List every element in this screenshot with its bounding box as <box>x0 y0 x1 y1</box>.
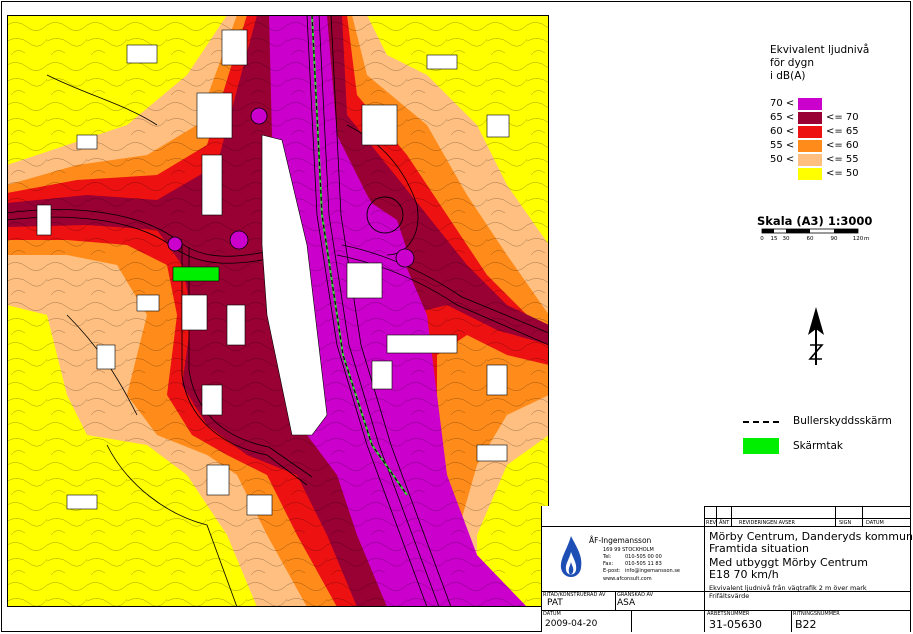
company-name: ÅF-Ingemansson <box>589 536 652 545</box>
legend-row: <= 50 <box>770 168 900 181</box>
date-value: 2009-04-20 <box>545 619 598 629</box>
scale-tick: 30 <box>783 236 790 242</box>
project-line-4: E18 70 km/h <box>709 568 779 581</box>
scale-tick: 90 <box>831 236 838 242</box>
scale-bar: 0 15 30 60 90 120 m <box>760 228 869 242</box>
revision-header: REVIDERINGEN AVSER <box>739 520 795 526</box>
phone: 010-505 00 00 <box>625 554 662 560</box>
legend-high: <= 50 <box>826 168 859 179</box>
barrier-key-line <box>743 421 779 423</box>
email-label: E-post: <box>603 568 621 574</box>
scale-tick: 15 <box>771 236 778 242</box>
legend-swatch <box>798 126 822 138</box>
legend-swatch <box>798 98 822 110</box>
north-arrow-icon <box>808 307 824 365</box>
legend-high: <= 55 <box>826 154 859 165</box>
legend-row: 65 < <= 70 <box>770 112 900 125</box>
legend-swatch <box>798 168 822 180</box>
legend-swatch <box>798 154 822 166</box>
scale-tick: 0 <box>760 236 764 242</box>
roof-key-swatch <box>743 438 779 454</box>
description-line-2: Frifältsvärde <box>709 592 750 600</box>
legend-row: 70 < <box>770 98 900 111</box>
phone-label: Tel: <box>603 554 612 560</box>
scale-title: Skala (A3) 1:3000 <box>757 214 873 228</box>
legend-swatch <box>798 140 822 152</box>
legend-title-line: för dygn <box>770 57 814 69</box>
legend-row: 60 < <= 65 <box>770 126 900 139</box>
project-line-2: Framtida situation <box>709 542 809 555</box>
datum-header: DATUM <box>866 520 884 526</box>
scale-unit: m <box>864 236 869 242</box>
company-address: 169 99 STOCKHOLM <box>603 547 654 553</box>
drawing-number: B22 <box>795 618 817 631</box>
date-label: DATUM <box>543 611 561 617</box>
legend-high: <= 70 <box>826 112 859 123</box>
screen-roof <box>172 266 220 282</box>
email: info@ingemansson.se <box>625 568 680 574</box>
sign-header: SIGN <box>839 520 852 526</box>
scale-tick: 120 <box>853 236 864 242</box>
legend-title: Ekvivalent ljudnivå för dygn i dB(A) <box>770 44 869 83</box>
legend-title-line: Ekvivalent ljudnivå <box>770 44 870 56</box>
barrier-key-label: Bullerskyddsskärm <box>793 415 892 427</box>
roof-key-label: Skärmtak <box>793 440 843 452</box>
legend-low: 55 < <box>770 140 795 151</box>
legend-high: <= 60 <box>826 140 859 151</box>
legend-low: 70 < <box>770 98 795 109</box>
scale-tick: 60 <box>807 236 814 242</box>
checked-by: ASA <box>617 598 636 608</box>
ant-header: ÄNT <box>719 520 730 526</box>
fax-label: Fax: <box>603 561 614 567</box>
legend-low: 50 < <box>770 154 795 165</box>
rev-header: REV <box>706 520 717 526</box>
job-number: 31-05630 <box>709 618 762 631</box>
fax: 010-505 11 83 <box>625 561 662 567</box>
legend-high: <= 65 <box>826 126 859 137</box>
job-label: ARBETSNUMMER <box>707 611 750 617</box>
drawn-by: PAT <box>547 598 563 608</box>
legend-row: 50 < <= 55 <box>770 154 900 167</box>
noise-map[interactable] <box>7 15 549 607</box>
legend-row: 55 < <= 60 <box>770 140 900 153</box>
legend-low: 65 < <box>770 112 795 123</box>
legend-title-line: i dB(A) <box>770 70 806 82</box>
web-link[interactable]: www.afconsult.com <box>603 576 652 582</box>
legend-swatch <box>798 112 822 124</box>
description-line-1: Ekvivalent ljudnivå från vägtrafik 2 m ö… <box>709 584 867 592</box>
flame-logo-icon <box>560 536 582 577</box>
legend-low: 60 < <box>770 126 795 137</box>
title-block: REV ÄNT REVIDERINGEN AVSER SIGN DATUM ÅF… <box>541 506 913 632</box>
drawing-label: RITNINGSNUMMER <box>793 611 840 617</box>
